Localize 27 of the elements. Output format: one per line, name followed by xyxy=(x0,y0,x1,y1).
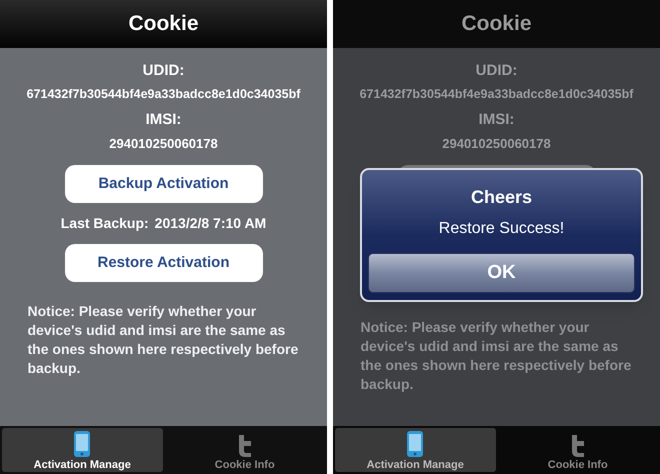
imsi-label: IMSI: xyxy=(478,110,514,130)
alert-message: Restore Success! xyxy=(438,219,564,239)
udid-label: UDID: xyxy=(142,61,184,81)
letter-t-icon xyxy=(236,434,253,458)
last-backup-time: 2013/2/8 7:10 AM xyxy=(154,214,266,233)
tab[interactable]: Activation Manage xyxy=(335,428,496,472)
tab[interactable]: Activation Manage xyxy=(2,428,162,472)
backup-activation-button[interactable]: Backup Activation xyxy=(64,165,262,204)
udid-value: 671432f7b30544bf4e9a33badcc8e1d0c34035bf xyxy=(360,86,634,102)
restore-activation-button[interactable]: Restore Activation xyxy=(64,244,262,282)
notice-text: Notice: Please verify whether your device's udid and imsi are the same as the ones shown here respectively before backup. xyxy=(28,302,300,378)
phone-icon xyxy=(73,430,92,458)
phone-icon xyxy=(406,430,424,458)
udid-value: 671432f7b30544bf4e9a33badcc8e1d0c34035bf xyxy=(26,86,300,102)
screen-title: Cookie xyxy=(128,11,198,38)
imsi-value: 294010250060178 xyxy=(109,134,218,153)
udid-label: UDID: xyxy=(476,61,518,81)
tab[interactable]: Cookie Info xyxy=(164,428,325,472)
tab[interactable]: Cookie Info xyxy=(498,428,658,472)
screen-title: Cookie xyxy=(461,11,532,38)
letter-t-icon xyxy=(570,434,586,458)
last-backup-label: Last Backup: xyxy=(60,214,149,233)
alert-title: Cheers xyxy=(470,186,532,209)
imsi-value: 294010250060178 xyxy=(442,134,551,153)
ok-button[interactable]: OK xyxy=(368,253,635,293)
notice-text: Notice: Please verify whether your device's udid and imsi are the same as the ones shown here respectively before backup. xyxy=(360,318,632,394)
imsi-label: IMSI: xyxy=(146,110,182,130)
